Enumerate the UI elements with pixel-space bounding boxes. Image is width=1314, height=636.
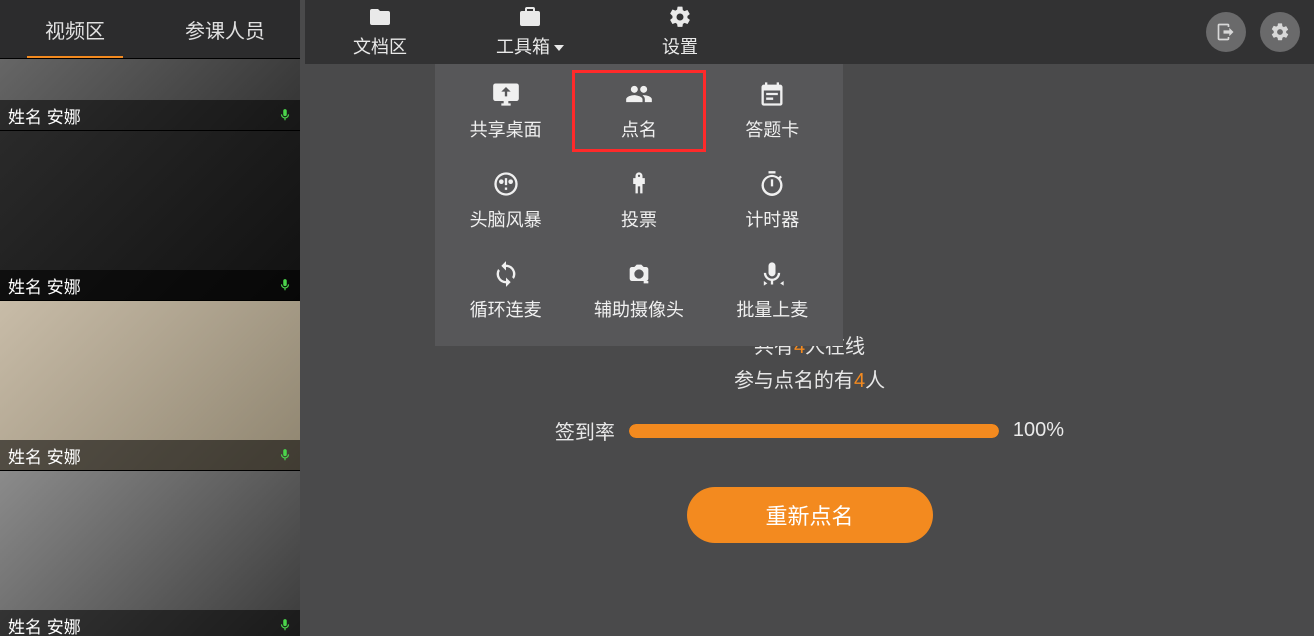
rollcall-panel: 共有4人在线 参与点名的有4人 签到率 100% 重新点名: [305, 330, 1314, 543]
video-label-bar: 姓名 安娜: [0, 610, 300, 636]
tab-video-label: 视频区: [45, 15, 105, 44]
tool-label: 辅助摄像头: [594, 296, 684, 322]
loop-mic-icon: [491, 260, 521, 288]
participated-suffix: 人: [865, 370, 885, 392]
video-tile[interactable]: 姓名 安娜: [0, 300, 300, 470]
top-toolbar: 文档区 工具箱 设置: [305, 0, 1314, 64]
folder-icon: [368, 5, 392, 29]
exit-icon: [1216, 22, 1236, 42]
tool-batch-mic[interactable]: 批量上麦: [706, 250, 839, 332]
sidebar: 视频区 参课人员 姓名 安娜 姓名 安娜: [0, 0, 300, 636]
answer-card-icon: [757, 80, 787, 108]
tool-vote[interactable]: 投票: [572, 160, 705, 242]
rate-label: 签到率: [555, 416, 615, 445]
batch-mic-icon: [757, 260, 787, 288]
tool-label: 循环连麦: [470, 296, 542, 322]
tool-label: 批量上麦: [736, 296, 808, 322]
rate-percent: 100%: [1013, 419, 1064, 442]
tool-loop-mic[interactable]: 循环连麦: [439, 250, 572, 332]
re-rollcall-button[interactable]: 重新点名: [687, 487, 933, 543]
participant-name: 安娜: [47, 273, 81, 298]
mic-icon: [278, 106, 292, 124]
attendance-rate-row: 签到率 100%: [305, 416, 1314, 445]
tool-rollcall[interactable]: 点名: [572, 70, 705, 152]
gear-icon: [1270, 22, 1290, 42]
toolbox-icon: [518, 5, 542, 29]
toolbox-dropdown: 共享桌面 点名 答题卡 头脑风暴 投票 计时器 循环连麦 辅助摄像头: [435, 64, 843, 346]
rate-progress-fill: [629, 424, 999, 438]
aux-camera-icon: [624, 260, 654, 288]
toolbar-settings-label: 设置: [662, 33, 698, 59]
settings-round-button[interactable]: [1260, 12, 1300, 52]
name-prefix: 姓名: [8, 443, 42, 468]
tool-label: 计时器: [745, 206, 799, 232]
vote-icon: [624, 170, 654, 198]
toolbar-spacer: [755, 0, 1206, 64]
video-label-bar: 姓名 安娜: [0, 100, 300, 130]
chevron-down-icon: [554, 45, 564, 51]
toolbar-docs-label: 文档区: [353, 33, 407, 59]
mic-icon: [278, 616, 292, 634]
tool-label: 头脑风暴: [470, 206, 542, 232]
rollcall-icon: [624, 80, 654, 108]
tool-share-desktop[interactable]: 共享桌面: [439, 70, 572, 152]
name-prefix: 姓名: [8, 613, 42, 636]
participated-count: 4: [854, 370, 865, 392]
tab-attendees[interactable]: 参课人员: [150, 0, 300, 58]
video-label-bar: 姓名 安娜: [0, 440, 300, 470]
tool-brainstorm[interactable]: 头脑风暴: [439, 160, 572, 242]
tool-aux-camera[interactable]: 辅助摄像头: [572, 250, 705, 332]
participant-name: 安娜: [47, 443, 81, 468]
tool-label: 点名: [621, 116, 657, 142]
video-label-bar: 姓名 安娜: [0, 270, 300, 300]
toolbar-toolbox-label: 工具箱: [496, 33, 564, 59]
tool-label: 共享桌面: [470, 116, 542, 142]
share-desktop-icon: [491, 80, 521, 108]
video-tile[interactable]: 姓名 安娜: [0, 470, 300, 636]
participant-name: 安娜: [47, 103, 81, 128]
toolbar-toolbox[interactable]: 工具箱: [455, 0, 605, 64]
exit-button[interactable]: [1206, 12, 1246, 52]
tool-label: 投票: [621, 206, 657, 232]
tab-attendees-label: 参课人员: [185, 15, 265, 44]
video-tile[interactable]: 姓名 安娜: [0, 58, 300, 130]
tool-timer[interactable]: 计时器: [706, 160, 839, 242]
participant-name: 安娜: [47, 613, 81, 636]
gear-icon: [668, 5, 692, 29]
tool-label: 答题卡: [745, 116, 799, 142]
name-prefix: 姓名: [8, 103, 42, 128]
mic-icon: [278, 276, 292, 294]
sidebar-tabs: 视频区 参课人员: [0, 0, 300, 58]
rate-progress-bar: [629, 424, 999, 438]
video-tile[interactable]: 姓名 安娜: [0, 130, 300, 300]
name-prefix: 姓名: [8, 273, 42, 298]
mic-icon: [278, 446, 292, 464]
video-list: 姓名 安娜 姓名 安娜 姓名 安娜: [0, 58, 300, 636]
toolbar-docs[interactable]: 文档区: [305, 0, 455, 64]
timer-icon: [757, 170, 787, 198]
brainstorm-icon: [491, 170, 521, 198]
tool-answer-card[interactable]: 答题卡: [706, 70, 839, 152]
participated-prefix: 参与点名的有: [734, 370, 854, 392]
tab-video-area[interactable]: 视频区: [0, 0, 150, 58]
toolbar-settings[interactable]: 设置: [605, 0, 755, 64]
